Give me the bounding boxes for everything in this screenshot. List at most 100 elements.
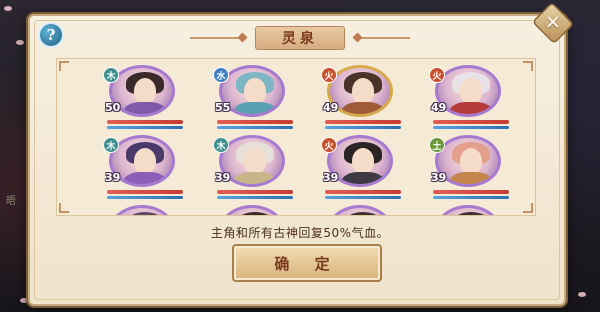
mp-bar <box>325 196 401 199</box>
frame-corner <box>523 203 533 213</box>
portrait-face <box>134 78 156 104</box>
mp-fill <box>433 196 509 199</box>
element-badge-icon: 火 <box>321 67 337 83</box>
mp-fill <box>325 196 401 199</box>
hp-fill <box>217 190 293 194</box>
character-card[interactable]: 木 39 <box>211 135 299 205</box>
character-card[interactable]: 火 49 <box>319 65 407 135</box>
character-card[interactable]: 木 39 <box>101 135 189 205</box>
hp-bar <box>325 190 401 194</box>
mp-bar <box>217 126 293 129</box>
portrait-hair <box>126 212 164 215</box>
portrait-face <box>134 148 156 174</box>
character-level: 49 <box>431 101 447 114</box>
mp-fill <box>107 196 183 199</box>
character-portrait <box>109 205 175 215</box>
hp-fill <box>433 120 509 124</box>
effect-description: 主角和所有古神回复50%气血。 <box>210 226 390 240</box>
title-ornament <box>356 37 410 39</box>
mp-bar <box>433 126 509 129</box>
mp-bar <box>325 126 401 129</box>
character-level: 39 <box>431 171 447 184</box>
portrait-hair <box>344 212 382 215</box>
character-card[interactable] <box>319 205 407 215</box>
portrait-hair <box>236 212 274 215</box>
character-level: 50 <box>105 101 121 114</box>
hp-bar <box>107 120 183 124</box>
title-ornament <box>190 37 244 39</box>
portrait-robe <box>234 102 276 114</box>
mp-fill <box>107 126 183 129</box>
close-icon: ✕ <box>544 11 562 35</box>
element-badge-icon: 土 <box>429 137 445 153</box>
hp-fill <box>433 190 509 194</box>
character-card[interactable] <box>211 205 299 215</box>
portrait-face <box>352 78 374 104</box>
petal-decoration <box>16 40 24 45</box>
element-badge-icon: 木 <box>213 137 229 153</box>
character-card[interactable]: 火 49 <box>427 65 515 135</box>
portrait-face <box>460 148 482 174</box>
dialog-title-bar: 灵泉 <box>190 24 410 52</box>
hp-fill <box>325 190 401 194</box>
character-portrait <box>435 205 501 215</box>
portrait-robe <box>450 102 492 114</box>
portrait-hair <box>452 212 490 215</box>
character-card[interactable]: 水 55 <box>211 65 299 135</box>
element-badge-icon: 火 <box>429 67 445 83</box>
mp-fill <box>217 196 293 199</box>
character-level: 39 <box>105 171 121 184</box>
mp-bar <box>107 126 183 129</box>
character-card[interactable]: 土 39 <box>427 135 515 205</box>
element-badge-icon: 水 <box>213 67 229 83</box>
petal-decoration <box>4 6 12 11</box>
portrait-robe <box>124 172 166 184</box>
hp-bar <box>107 190 183 194</box>
mp-fill <box>325 126 401 129</box>
hp-bar <box>433 120 509 124</box>
question-mark-icon: ? <box>46 26 56 44</box>
hp-bar <box>217 120 293 124</box>
hp-fill <box>107 190 183 194</box>
portrait-robe <box>450 172 492 184</box>
frame-corner <box>59 203 69 213</box>
character-card[interactable]: 火 39 <box>319 135 407 205</box>
character-card[interactable] <box>101 205 189 215</box>
character-portrait <box>219 205 285 215</box>
mp-bar <box>217 196 293 199</box>
character-level: 49 <box>323 101 339 114</box>
element-badge-icon: 木 <box>103 67 119 83</box>
portrait-robe <box>342 102 384 114</box>
dialog-title: 灵泉 <box>255 26 345 50</box>
mp-fill <box>433 126 509 129</box>
character-card[interactable] <box>427 205 515 215</box>
background-text: 晤 <box>6 196 16 207</box>
portrait-robe <box>124 102 166 114</box>
hp-bar <box>217 190 293 194</box>
element-badge-icon: 火 <box>321 137 337 153</box>
frame-corner <box>59 61 69 71</box>
confirm-button[interactable]: 确 定 <box>232 244 382 282</box>
hp-fill <box>217 120 293 124</box>
element-badge-icon: 木 <box>103 137 119 153</box>
portrait-face <box>244 148 266 174</box>
help-button[interactable]: ? <box>38 22 64 48</box>
hp-bar <box>433 190 509 194</box>
petal-decoration <box>20 298 28 303</box>
hp-fill <box>325 120 401 124</box>
portrait-face <box>460 78 482 104</box>
character-level: 55 <box>215 101 231 114</box>
character-card[interactable]: 木 50 <box>101 65 189 135</box>
character-grid[interactable]: 木 50 水 55 火 49 火 49 木 39 木 39 火 39 土 39 <box>56 58 536 216</box>
hp-fill <box>107 120 183 124</box>
portrait-robe <box>342 172 384 184</box>
character-level: 39 <box>323 171 339 184</box>
mp-bar <box>433 196 509 199</box>
character-level: 39 <box>215 171 231 184</box>
mp-bar <box>107 196 183 199</box>
portrait-face <box>244 78 266 104</box>
portrait-face <box>352 148 374 174</box>
portrait-robe <box>234 172 276 184</box>
petal-decoration <box>578 292 586 297</box>
character-portrait <box>327 205 393 215</box>
